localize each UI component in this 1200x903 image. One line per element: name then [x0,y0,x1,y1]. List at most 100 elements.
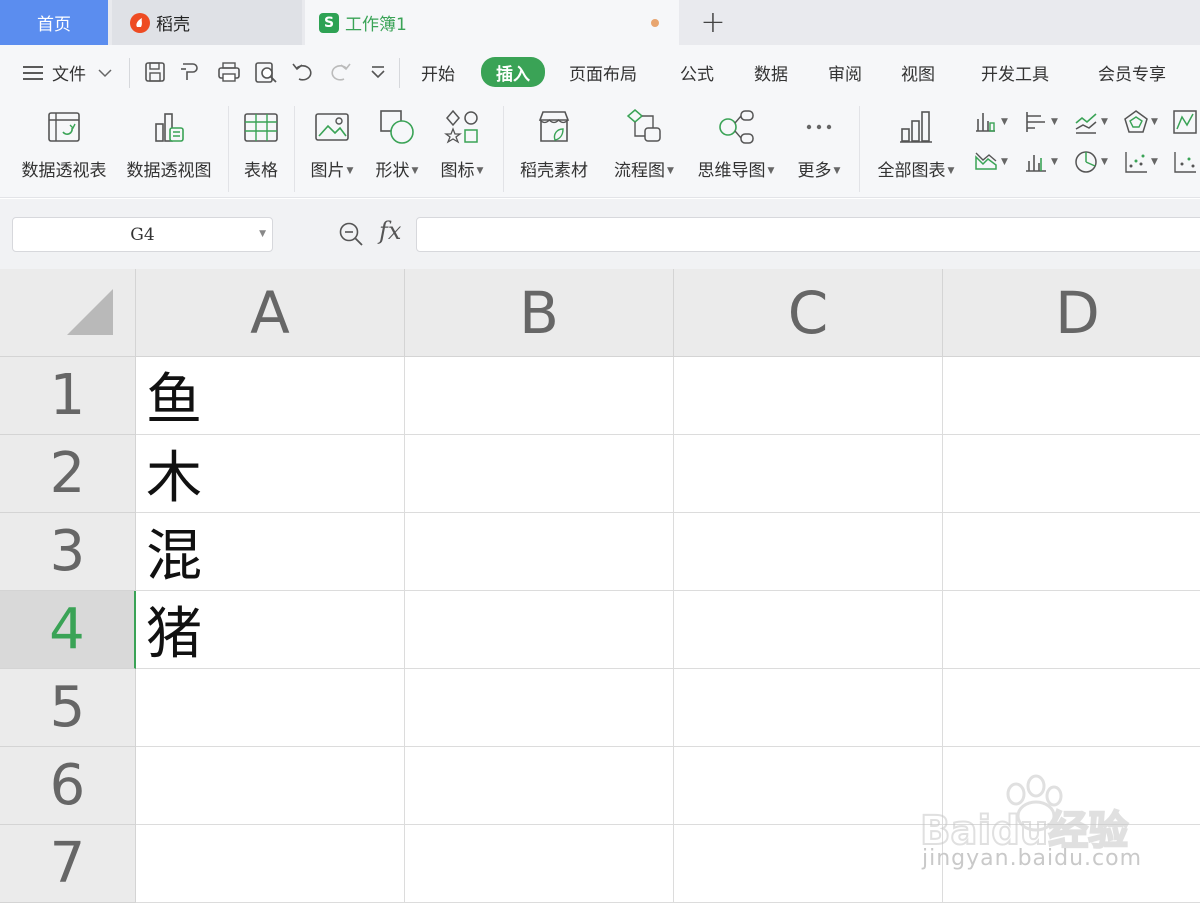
format-painter-icon[interactable] [177,59,203,85]
area-chart-button[interactable]: ▼ [973,148,1015,176]
scatter-chart-button[interactable]: ▼ [1123,148,1165,176]
customize-toolbar-icon[interactable] [365,59,391,85]
cell-b3[interactable] [405,513,674,591]
print-preview-icon[interactable] [253,59,279,85]
row-header-5[interactable]: 5 [0,669,136,747]
area-chart-icon [975,152,997,170]
cell-c7[interactable] [674,825,943,903]
icon-library-button[interactable]: 图标 ▼ [436,106,488,186]
cell-a7[interactable] [136,825,405,903]
formula-input[interactable] [416,217,1200,252]
cell-b6[interactable] [405,747,674,825]
line-chart-button[interactable]: ▼ [1073,108,1115,136]
more-label: 更多 [797,161,832,181]
row-header-1[interactable]: 1 [0,357,136,435]
select-all-triangle-icon [67,289,113,335]
zoom-icon[interactable] [337,220,365,248]
row-header-3[interactable]: 3 [0,513,136,591]
divider [129,58,130,88]
bubble-chart-button[interactable] [1172,148,1200,176]
docer-material-button[interactable]: 稻壳素材 [516,106,592,186]
pivot-chart-button[interactable]: 数据透视图 [123,106,215,186]
save-icon[interactable] [142,59,168,85]
cell-d1[interactable] [943,357,1200,435]
redo-icon[interactable] [327,59,353,85]
cell-c3[interactable] [674,513,943,591]
pivot-table-button[interactable]: 数据透视表 [18,106,110,186]
more-button[interactable]: 更多 ▼ [793,106,845,186]
tab-docer[interactable]: 稻壳 [112,0,302,45]
cell-b5[interactable] [405,669,674,747]
undo-icon[interactable] [290,59,316,85]
select-all-button[interactable] [0,269,136,357]
menu-item-developer[interactable]: 开发工具 [981,45,1049,100]
cell-c5[interactable] [674,669,943,747]
cell-d4[interactable] [943,591,1200,669]
menu-item-view[interactable]: 视图 [901,45,935,100]
pie-chart-button[interactable]: ▼ [1073,148,1115,176]
combo-chart-button[interactable]: ▼ [1023,148,1065,176]
column-chart-button[interactable]: ▼ [973,108,1015,136]
caret-down-icon[interactable]: ▼ [259,229,266,239]
pivot-chart-icon [155,113,184,142]
cell-b7[interactable] [405,825,674,903]
menu-item-review[interactable]: 审阅 [828,45,862,100]
pie-chart-icon [1075,151,1097,173]
cell-b1[interactable] [405,357,674,435]
menu-item-member[interactable]: 会员专享 [1098,45,1166,100]
column-header-c[interactable]: C [674,269,943,357]
pivot-table-icon [48,112,80,142]
column-header-d[interactable]: D [943,269,1200,357]
menu-item-page-layout[interactable]: 页面布局 [569,45,637,100]
menu-item-home[interactable]: 开始 [421,45,455,100]
row-header-4[interactable]: 4 [0,591,136,669]
cell-d5[interactable] [943,669,1200,747]
horizontal-bar-chart-button[interactable]: ▼ [1023,108,1065,136]
cell-c6[interactable] [674,747,943,825]
cell-a4[interactable]: 猪 [136,591,405,669]
shape-button[interactable]: 形状 ▼ [371,106,423,186]
mind-map-button[interactable]: 思维导图 ▼ [692,106,780,186]
cell-b2[interactable] [405,435,674,513]
menu-item-insert[interactable]: 插入 [481,57,545,87]
icon-library-label: 图标 [440,161,475,181]
name-box[interactable]: G4 ▼ [12,217,273,252]
picture-icon [315,113,349,141]
menu-item-data[interactable]: 数据 [754,45,788,100]
unsaved-dot-icon [651,19,659,27]
cell-a5[interactable] [136,669,405,747]
row-header-2[interactable]: 2 [0,435,136,513]
insert-function-button[interactable]: fx [379,217,401,245]
row-header-7[interactable]: 7 [0,825,136,903]
all-charts-button[interactable]: 全部图表 ▼ [872,106,960,186]
cell-a1[interactable]: 鱼 [136,357,405,435]
column-header-a[interactable]: A [136,269,405,357]
new-tab-button[interactable]: + [696,4,730,40]
cell-c1[interactable] [674,357,943,435]
stock-chart-button[interactable] [1172,108,1200,136]
cell-c4[interactable] [674,591,943,669]
cell-d2[interactable] [943,435,1200,513]
table-button[interactable]: 表格 [240,106,282,186]
row-header-6[interactable]: 6 [0,747,136,825]
cell-c2[interactable] [674,435,943,513]
cell-d3[interactable] [943,513,1200,591]
cell-a3[interactable]: 混 [136,513,405,591]
column-header-b[interactable]: B [405,269,674,357]
divider [228,106,229,192]
picture-button[interactable]: 图片 ▼ [306,106,358,186]
cell-b4[interactable] [405,591,674,669]
menu-bar: 文件 开始 插入 页面布局 公式 数据 审阅 视图 开发工具 会员专享 [0,45,1200,100]
tab-workbook[interactable]: S 工作簿1 [305,0,679,45]
flowchart-button[interactable]: 流程图 ▼ [609,106,679,186]
print-icon[interactable] [216,59,242,85]
cell-a2[interactable]: 木 [136,435,405,513]
docer-material-label: 稻壳素材 [520,161,588,181]
tab-home-label: 首页 [37,15,71,35]
menu-item-formulas[interactable]: 公式 [680,45,714,100]
radar-chart-button[interactable]: ▼ [1123,108,1165,136]
tab-home[interactable]: 首页 [0,0,108,45]
cell-a6[interactable] [136,747,405,825]
file-menu-button[interactable]: 文件 [22,45,112,100]
insert-ribbon: 数据透视表 数据透视图 表格 图片 ▼ 形状 ▼ 图标 ▼ 稻壳素材 流程图 ▼… [0,100,1200,198]
